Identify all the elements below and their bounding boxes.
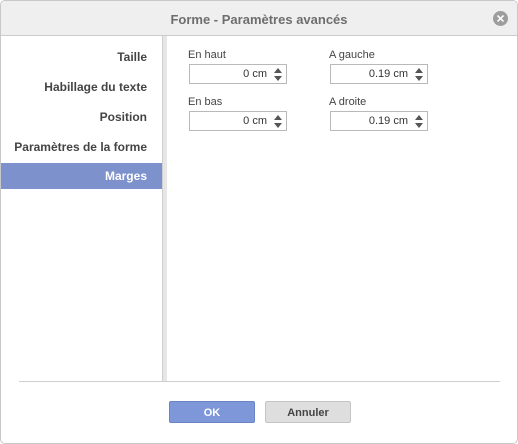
- margin-bottom-spinner: [189, 111, 287, 131]
- sidebar-divider: [162, 36, 167, 381]
- margin-top-stepper: [271, 66, 285, 82]
- margin-left-decrement-icon[interactable]: [415, 76, 423, 81]
- sidebar-item-taille[interactable]: Taille: [1, 44, 162, 70]
- margin-top-spinner: [189, 64, 287, 84]
- margin-bottom-label: En bas: [188, 96, 223, 108]
- footer-divider: [19, 381, 500, 382]
- sidebar-item-parametres-forme[interactable]: Paramètres de la forme: [1, 134, 162, 160]
- margin-right-decrement-icon[interactable]: [415, 123, 423, 128]
- margin-right-label: A droite: [329, 96, 367, 108]
- margin-top-label: En haut: [188, 49, 226, 61]
- close-icon[interactable]: [493, 11, 508, 26]
- settings-sidebar: Taille Habillage du texte Position Param…: [1, 36, 162, 381]
- margin-left-spinner: [330, 64, 428, 84]
- margin-bottom-increment-icon[interactable]: [274, 115, 282, 120]
- margin-left-increment-icon[interactable]: [415, 68, 423, 73]
- advanced-settings-dialog: Forme - Paramètres avancés Taille Habill…: [0, 0, 518, 444]
- sidebar-item-position[interactable]: Position: [1, 104, 162, 130]
- margin-bottom-input[interactable]: [190, 112, 270, 130]
- margin-top-decrement-icon[interactable]: [274, 76, 282, 81]
- sidebar-item-marges[interactable]: Marges: [1, 163, 162, 189]
- margin-right-spinner: [330, 111, 428, 131]
- ok-button[interactable]: OK: [169, 401, 255, 423]
- margin-left-stepper: [412, 66, 426, 82]
- margin-top-input[interactable]: [190, 65, 270, 83]
- dialog-title: Forme - Paramètres avancés: [170, 12, 348, 27]
- margin-bottom-stepper: [271, 113, 285, 129]
- sidebar-item-habillage[interactable]: Habillage du texte: [1, 74, 162, 100]
- margin-top-increment-icon[interactable]: [274, 68, 282, 73]
- margin-left-input[interactable]: [331, 65, 411, 83]
- margin-left-label: A gauche: [329, 49, 375, 61]
- margin-right-input[interactable]: [331, 112, 411, 130]
- margin-bottom-decrement-icon[interactable]: [274, 123, 282, 128]
- margin-right-stepper: [412, 113, 426, 129]
- dialog-titlebar: Forme - Paramètres avancés: [1, 1, 517, 36]
- margin-right-increment-icon[interactable]: [415, 115, 423, 120]
- cancel-button[interactable]: Annuler: [265, 401, 351, 423]
